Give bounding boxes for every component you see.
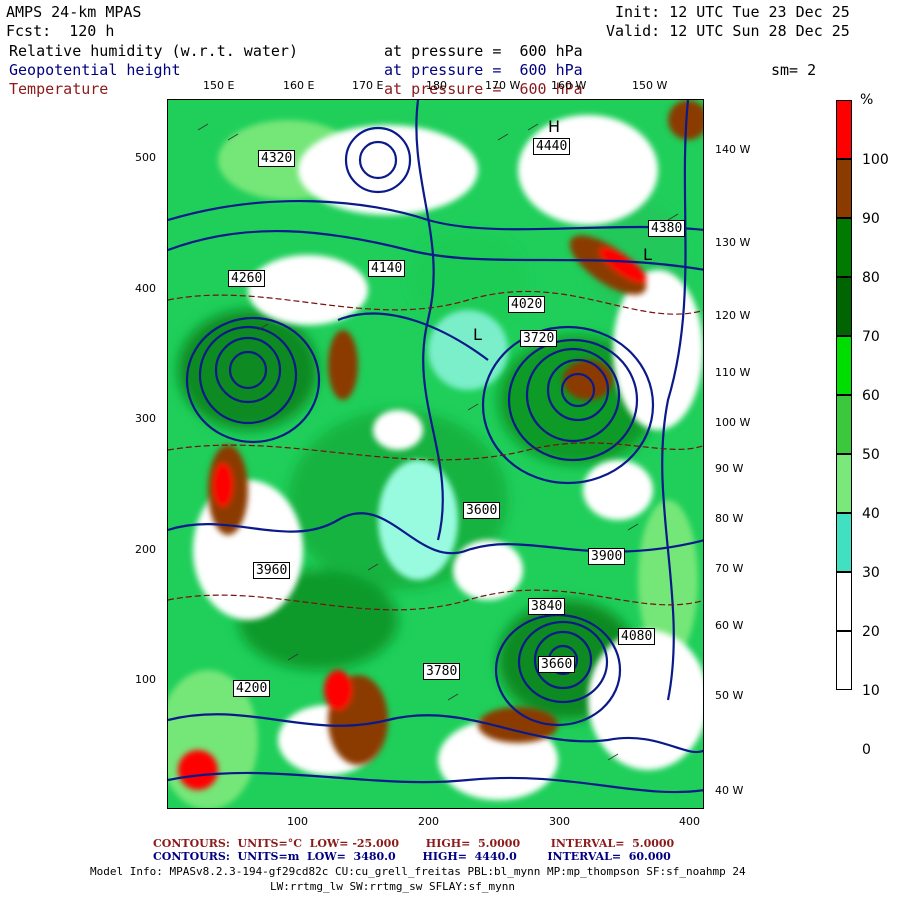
y-tick-label: 100 <box>135 673 156 686</box>
colorbar-level-label: 20 <box>862 624 880 640</box>
colorbar-level-label: 70 <box>862 329 880 345</box>
height-label: 4200 <box>233 680 271 697</box>
geo-label-right: 70 W <box>715 562 744 575</box>
geo-label-top: 150 W <box>632 79 668 92</box>
geo-label-top: 170 W <box>485 79 521 92</box>
colorbar-segment <box>836 100 852 159</box>
height-label: 4440 <box>533 138 571 155</box>
geo-label-right: 100 W <box>715 416 751 429</box>
geo-label-right: 110 W <box>715 366 751 379</box>
geo-label-right: 90 W <box>715 462 744 475</box>
geo-label-right: 40 W <box>715 784 744 797</box>
colorbar-segment <box>836 218 852 277</box>
temp-contour-info: CONTOURS: UNITS=°C LOW= -25.000 HIGH= 5.… <box>153 837 675 850</box>
low-marker: L <box>473 325 482 344</box>
geo-label-top: 150 E <box>203 79 235 92</box>
y-tick-label: 200 <box>135 543 156 556</box>
colorbar-level-label: 90 <box>862 211 880 227</box>
colorbar-segment <box>836 336 852 395</box>
height-label: 4380 <box>648 220 686 237</box>
colorbar-segment <box>836 454 852 513</box>
y-tick-label: 500 <box>135 151 156 164</box>
x-tick-label: 300 <box>549 815 570 828</box>
height-contour-info: CONTOURS: UNITS=m LOW= 3480.0 HIGH= 4440… <box>153 850 671 863</box>
map-panel: H L L 4320 4260 4140 4020 3960 3900 3840… <box>167 99 704 809</box>
geo-label-right: 140 W <box>715 143 751 156</box>
colorbar-segment <box>836 159 852 218</box>
colorbar-level-label: 10 <box>862 683 880 699</box>
field-height-level: at pressure = 600 hPa <box>384 61 583 79</box>
field-rh-level: at pressure = 600 hPa <box>384 42 583 60</box>
geo-label-right: 130 W <box>715 236 751 249</box>
colorbar-level-label: 60 <box>862 388 880 404</box>
model-info: Model Info: MPASv8.2.3-194-gf29cd82c CU:… <box>90 865 746 878</box>
init-time: Init: 12 UTC Tue 23 Dec 25 <box>615 3 850 21</box>
colorbar-level-label: 30 <box>862 565 880 581</box>
geo-label-top: 160 W <box>551 79 587 92</box>
x-tick-label: 400 <box>679 815 700 828</box>
geo-label-top: 180 <box>426 79 447 92</box>
height-label: 4080 <box>618 628 656 645</box>
height-label: 4320 <box>258 150 296 167</box>
valid-time: Valid: 12 UTC Sun 28 Dec 25 <box>606 22 850 40</box>
height-label: 3780 <box>423 663 461 680</box>
height-label: 3720 <box>520 330 558 347</box>
height-label: 3660 <box>538 656 576 673</box>
high-marker: H <box>548 117 560 136</box>
geo-label-right: 120 W <box>715 309 751 322</box>
colorbar-level-label: 40 <box>862 506 880 522</box>
geo-label-top: 170 E <box>352 79 384 92</box>
rh-field: H L L <box>168 100 703 808</box>
x-tick-label: 200 <box>418 815 439 828</box>
geo-label-right: 60 W <box>715 619 744 632</box>
y-tick-label: 400 <box>135 282 156 295</box>
colorbar-segment <box>836 277 852 336</box>
field-height-name: Geopotential height <box>9 61 181 79</box>
height-label: 3900 <box>588 548 626 565</box>
colorbar-unit: % <box>860 92 874 108</box>
geo-label-right: 80 W <box>715 512 744 525</box>
colorbar-level-label: 100 <box>862 152 889 168</box>
colorbar-segment <box>836 513 852 572</box>
height-label: 4140 <box>368 260 406 277</box>
y-tick-label: 300 <box>135 412 156 425</box>
field-rh-name: Relative humidity (w.r.t. water) <box>9 42 298 60</box>
height-label: 3600 <box>463 502 501 519</box>
geo-label-top: 160 E <box>283 79 315 92</box>
height-label: 3840 <box>528 598 566 615</box>
height-label: 4020 <box>508 296 546 313</box>
forecast-hour: Fcst: 120 h <box>6 22 115 40</box>
colorbar-segment <box>836 572 852 631</box>
geo-label-right: 50 W <box>715 689 744 702</box>
height-label: 4260 <box>228 270 266 287</box>
colorbar-level-label: 50 <box>862 447 880 463</box>
x-tick-label: 100 <box>287 815 308 828</box>
field-temp-name: Temperature <box>9 80 109 98</box>
colorbar-segment <box>836 395 852 454</box>
smoothing-label: sm= 2 <box>771 61 817 79</box>
colorbar-level-label: 80 <box>862 270 880 286</box>
colorbar-segment <box>836 631 852 690</box>
model-info-physics: LW:rrtmg_lw SW:rrtmg_sw SFLAY:sf_mynn <box>270 880 516 893</box>
model-title: AMPS 24-km MPAS <box>6 3 142 21</box>
height-label: 3960 <box>253 562 291 579</box>
colorbar-level-label: 0 <box>862 742 871 758</box>
low-marker: L <box>643 245 652 264</box>
